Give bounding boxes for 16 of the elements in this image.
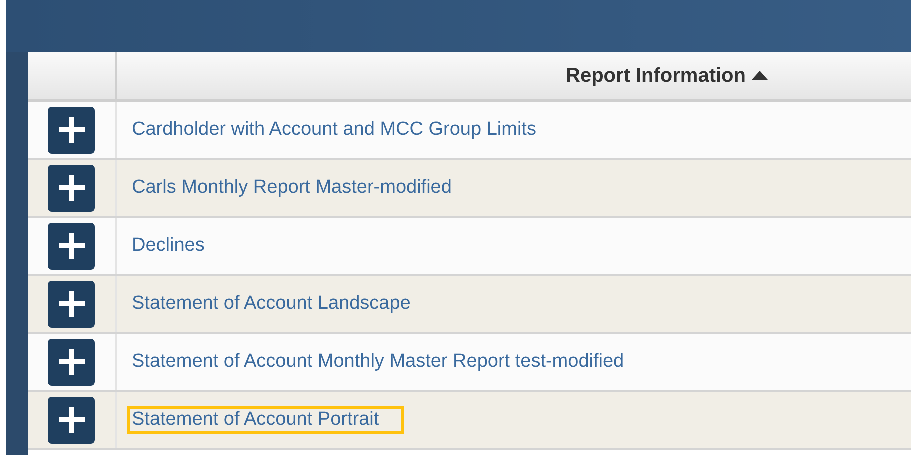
expand-button[interactable]	[48, 106, 95, 154]
report-link[interactable]: Declines	[127, 232, 230, 260]
report-link[interactable]: Statement of Account Landscape	[127, 290, 436, 318]
report-link[interactable]: Statement of Account Portrait	[127, 406, 404, 434]
plus-icon	[56, 231, 86, 261]
expand-button[interactable]	[48, 280, 95, 328]
expand-button[interactable]	[48, 396, 95, 444]
plus-icon	[56, 289, 86, 319]
plus-icon	[56, 173, 86, 203]
expand-button[interactable]	[48, 338, 95, 386]
expand-button[interactable]	[48, 222, 95, 270]
plus-icon	[56, 115, 86, 145]
report-link[interactable]: Carls Monthly Report Master-modified	[127, 174, 477, 202]
plus-icon	[56, 347, 86, 377]
plus-icon	[56, 405, 86, 435]
expand-button[interactable]	[48, 164, 95, 212]
